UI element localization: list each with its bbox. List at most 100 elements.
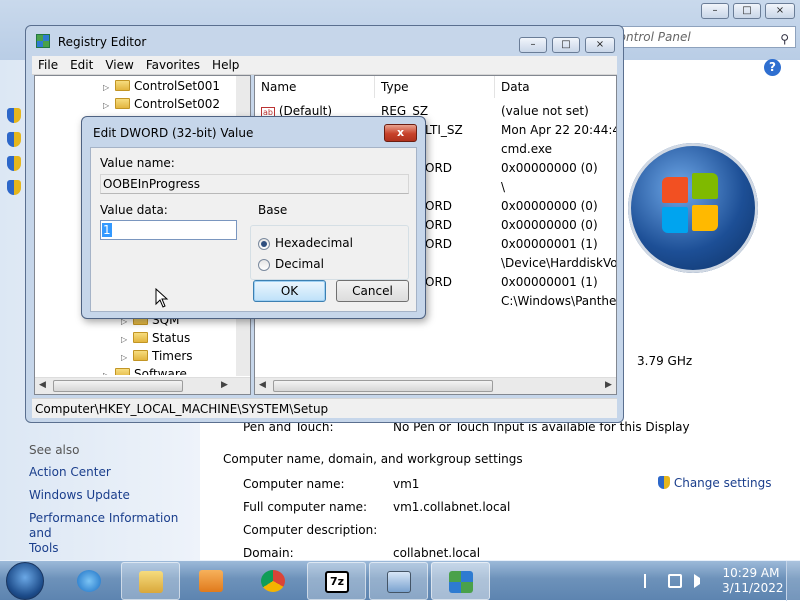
value-data-input[interactable]: 1 bbox=[100, 220, 237, 240]
folder-icon bbox=[139, 571, 163, 593]
tree-item-timers[interactable]: ▷ Timers bbox=[121, 347, 193, 365]
tree-item-controlset001[interactable]: ▷ ControlSet001 bbox=[103, 77, 220, 95]
decimal-label[interactable]: Decimal bbox=[275, 257, 324, 271]
regedit-minimize-button[interactable]: – bbox=[519, 37, 547, 53]
windows-logo bbox=[628, 143, 758, 273]
mouse-cursor-icon bbox=[155, 288, 169, 308]
tree-item-label: Timers bbox=[152, 349, 193, 363]
value-data: 0x00000001 (1) bbox=[501, 275, 598, 289]
folder-icon bbox=[115, 80, 130, 91]
shield-icon bbox=[7, 156, 21, 171]
value-type: ORD bbox=[425, 218, 453, 232]
chrome-icon bbox=[261, 570, 285, 592]
value-data: C:\Windows\Panther bbox=[501, 294, 617, 308]
registry-editor-title: Registry Editor bbox=[57, 35, 147, 49]
taskbar-chrome[interactable] bbox=[244, 562, 303, 600]
full-computer-name-value: vm1.collabnet.local bbox=[393, 500, 511, 514]
base-radio-group: Hexadecimal Decimal bbox=[250, 225, 409, 280]
menu-view[interactable]: View bbox=[99, 56, 139, 74]
volume-icon[interactable] bbox=[694, 574, 708, 588]
value-data: 0x00000000 (0) bbox=[501, 161, 598, 175]
internet-explorer-icon bbox=[77, 570, 101, 592]
value-type: ORD bbox=[425, 199, 453, 213]
decimal-radio[interactable] bbox=[258, 259, 270, 271]
tree-item-label: Status bbox=[152, 331, 191, 345]
processor-speed: 3.79 GHz bbox=[637, 354, 693, 368]
value-name-label: Value name: bbox=[100, 156, 175, 170]
media-player-icon bbox=[199, 570, 223, 592]
menu-bar: File Edit View Favorites Help bbox=[32, 56, 617, 75]
menu-favorites[interactable]: Favorites bbox=[140, 56, 206, 74]
search-icon[interactable]: ⚲ bbox=[780, 29, 789, 49]
logo-yellow-pane bbox=[692, 205, 718, 231]
value-data-label: Value data: bbox=[100, 203, 168, 217]
computer-name-value: vm1 bbox=[393, 477, 420, 491]
scroll-thumb[interactable] bbox=[273, 380, 493, 392]
expand-icon[interactable]: ▷ bbox=[103, 97, 113, 115]
menu-edit[interactable]: Edit bbox=[64, 56, 99, 74]
taskbar-clock[interactable]: 10:29 AM 3/11/2022 bbox=[722, 566, 784, 596]
menu-help[interactable]: Help bbox=[206, 56, 245, 74]
network-icon[interactable] bbox=[668, 574, 682, 588]
cancel-button[interactable]: Cancel bbox=[336, 280, 409, 302]
values-horizontal-scrollbar[interactable]: ◀ ▶ bbox=[255, 377, 616, 394]
regedit-close-button[interactable]: × bbox=[585, 37, 615, 53]
hexadecimal-radio[interactable] bbox=[258, 238, 270, 250]
clock-date: 3/11/2022 bbox=[722, 581, 784, 595]
change-settings-link[interactable]: Change settings bbox=[658, 476, 771, 490]
clock-time: 10:29 AM bbox=[722, 566, 780, 580]
help-icon[interactable]: ? bbox=[764, 59, 781, 76]
folder-icon bbox=[133, 332, 148, 343]
taskbar-internet-explorer[interactable] bbox=[60, 562, 119, 600]
hexadecimal-label[interactable]: Hexadecimal bbox=[275, 236, 353, 250]
show-desktop-button[interactable] bbox=[786, 561, 800, 601]
value-data: cmd.exe bbox=[501, 142, 553, 156]
value-name-field: OOBEInProgress bbox=[100, 174, 409, 194]
value-data: 0x00000000 (0) bbox=[501, 218, 598, 232]
column-header-name[interactable]: Name bbox=[255, 76, 375, 98]
value-data: (value not set) bbox=[501, 104, 589, 118]
scroll-thumb[interactable] bbox=[53, 380, 183, 392]
tree-item-controlset002[interactable]: ▷ ControlSet002 bbox=[103, 95, 220, 113]
maximize-button[interactable]: □ bbox=[733, 3, 761, 19]
regedit-maximize-button[interactable]: □ bbox=[552, 37, 580, 53]
taskbar-7zip[interactable]: 7z bbox=[307, 562, 366, 600]
start-button[interactable] bbox=[6, 562, 44, 600]
scroll-right-icon[interactable]: ▶ bbox=[221, 380, 228, 390]
scroll-left-icon[interactable]: ◀ bbox=[39, 380, 46, 390]
column-header-type[interactable]: Type bbox=[375, 76, 495, 98]
minimize-button[interactable]: – bbox=[701, 3, 729, 19]
base-group-label: Base bbox=[258, 203, 288, 217]
dialog-close-button[interactable]: x bbox=[384, 124, 417, 142]
taskbar-media-player[interactable] bbox=[182, 562, 241, 600]
logo-green-pane bbox=[692, 173, 718, 199]
action-center-link[interactable]: Action Center bbox=[29, 465, 111, 480]
tree-item-software[interactable]: ▷ Software bbox=[103, 365, 187, 375]
ok-button[interactable]: OK bbox=[253, 280, 326, 302]
scroll-left-icon[interactable]: ◀ bbox=[259, 380, 266, 390]
value-type: ORD bbox=[425, 237, 453, 251]
shield-icon bbox=[7, 108, 21, 123]
computer-name-section-title: Computer name, domain, and workgroup set… bbox=[223, 452, 523, 466]
expand-icon[interactable]: ▷ bbox=[103, 367, 113, 375]
windows-update-link[interactable]: Windows Update bbox=[29, 488, 130, 503]
column-header-data[interactable]: Data bbox=[495, 76, 616, 98]
scroll-right-icon[interactable]: ▶ bbox=[605, 380, 612, 390]
taskbar-registry-editor[interactable] bbox=[431, 562, 490, 600]
action-center-flag-icon[interactable] bbox=[644, 574, 658, 588]
registry-editor-icon bbox=[449, 571, 473, 593]
taskbar-windows-explorer[interactable] bbox=[121, 562, 180, 600]
tree-item-status[interactable]: ▷ Status bbox=[121, 329, 190, 347]
computer-description-label: Computer description: bbox=[243, 523, 378, 537]
value-type: ORD bbox=[425, 161, 453, 175]
registry-editor-titlebar: Registry Editor bbox=[36, 34, 146, 49]
tree-horizontal-scrollbar[interactable]: ◀ ▶ bbox=[35, 377, 250, 394]
full-computer-name-label: Full computer name: bbox=[243, 500, 368, 514]
folder-icon bbox=[115, 98, 130, 109]
shield-icon bbox=[7, 180, 21, 195]
folder-icon bbox=[133, 350, 148, 361]
menu-file[interactable]: File bbox=[32, 56, 64, 74]
taskbar-control-panel[interactable] bbox=[369, 562, 428, 600]
close-button[interactable]: × bbox=[765, 3, 795, 19]
performance-info-link[interactable]: Performance Information and Tools bbox=[29, 511, 200, 556]
